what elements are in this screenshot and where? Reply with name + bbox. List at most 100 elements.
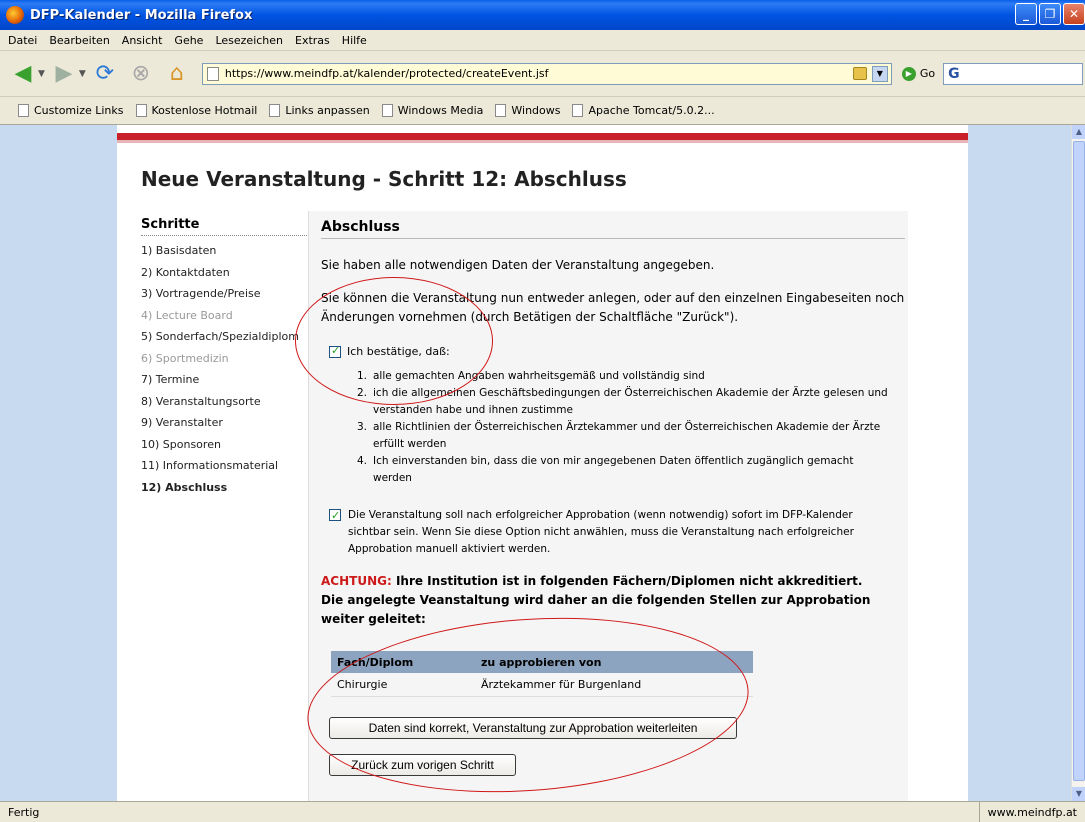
- menu-lesezeichen[interactable]: Lesezeichen: [215, 34, 283, 47]
- page-container: Neue Veranstaltung - Schritt 12: Abschlu…: [117, 125, 968, 801]
- scroll-down-icon[interactable]: ▼: [1072, 787, 1085, 801]
- table-cell: Chirurgie: [337, 678, 388, 691]
- step-sponsoren[interactable]: 10) Sponsoren: [141, 434, 309, 456]
- bookmark-windows-media[interactable]: Windows Media: [381, 104, 483, 117]
- menu-extras[interactable]: Extras: [295, 34, 330, 47]
- go-label: Go: [919, 67, 936, 80]
- page-title: Neue Veranstaltung - Schritt 12: Abschlu…: [141, 167, 627, 191]
- steps-sidebar: Schritte 1) Basisdaten 2) Kontaktdaten 3…: [141, 217, 309, 498]
- page-icon: [206, 66, 219, 81]
- warning-prefix: ACHTUNG:: [321, 574, 392, 588]
- publish-label: Die Veranstaltung soll nach erfolgreiche…: [348, 509, 854, 555]
- list-item: 3. alle Richtlinien der Österreichischen …: [356, 421, 881, 450]
- back-dropdown-icon[interactable]: ▼: [38, 69, 45, 79]
- step-veranstaltungsorte[interactable]: 8) Veranstaltungsorte: [141, 391, 309, 413]
- sidebar-title: Schritte: [141, 217, 309, 236]
- status-text: Fertig: [8, 805, 40, 819]
- window-controls: _ ❐ ✕: [1015, 3, 1085, 25]
- step-sportmedizin: 6) Sportmedizin: [141, 351, 229, 365]
- step-abschluss: 12) Abschluss: [141, 480, 228, 494]
- publish-checkbox-row: Die Veranstaltung soll nach erfolgreiche…: [329, 507, 889, 558]
- step-veranstalter[interactable]: 9) Veranstalter: [141, 412, 309, 434]
- bookmark-apache-tomcat[interactable]: Apache Tomcat/5.0.2...: [572, 104, 715, 117]
- accreditation-warning: ACHTUNG: Ihre Institution ist in folgend…: [321, 572, 901, 629]
- browser-content: Neue Veranstaltung - Schritt 12: Abschlu…: [0, 125, 1071, 801]
- maximize-button[interactable]: ❐: [1039, 3, 1061, 25]
- submit-approval-button[interactable]: Daten sind korrekt, Veranstaltung zur Ap…: [329, 717, 737, 739]
- warning-line1: Ihre Institution ist in folgenden Fächer…: [391, 574, 863, 588]
- url-text[interactable]: https://www.meindfp.at/kalender/protecte…: [225, 67, 549, 80]
- table-header: Fach/Diplom zu approbieren von: [331, 651, 753, 673]
- forward-arrow-icon[interactable]: ▶: [49, 59, 79, 89]
- window-titlebar: DFP-Kalender - Mozilla Firefox _ ❐ ✕: [0, 0, 1085, 30]
- navigation-toolbar: ◀ ▼ ▶ ▼ ⟳ ⊗ ⌂ https://www.meindfp.at/kal…: [0, 51, 1085, 97]
- table-cell: Ärztekammer für Burgenland: [481, 678, 642, 691]
- step-kontaktdaten[interactable]: 2) Kontaktdaten: [141, 262, 309, 284]
- confirm-checkbox-row: Ich bestätige, daß:: [329, 344, 450, 358]
- back-step-button[interactable]: Zurück zum vorigen Schritt: [329, 754, 516, 776]
- bookmark-links-anpassen[interactable]: Links anpassen: [269, 104, 370, 117]
- main-content: Abschluss Sie haben alle notwendigen Dat…: [321, 211, 905, 776]
- scroll-up-icon[interactable]: ▲: [1072, 125, 1085, 139]
- step-lecture-board: 4) Lecture Board: [141, 308, 233, 322]
- bookmark-page-icon: [135, 104, 147, 117]
- bookmark-windows[interactable]: Windows: [495, 104, 560, 117]
- confirm-list: 1. alle gemachten Angaben wahrheitsgemäß …: [351, 368, 891, 487]
- google-search-icon: G: [948, 65, 960, 82]
- bookmark-page-icon: [572, 104, 584, 117]
- vertical-scrollbar[interactable]: ▲ ▼: [1071, 125, 1085, 801]
- main-panel: Abschluss Sie haben alle notwendigen Dat…: [308, 211, 908, 801]
- home-icon[interactable]: ⌂: [162, 59, 192, 89]
- close-button[interactable]: ✕: [1063, 3, 1085, 25]
- scrollbar-thumb[interactable]: [1073, 141, 1085, 781]
- bookmark-hotmail[interactable]: Kostenlose Hotmail: [135, 104, 257, 117]
- status-bar: Fertig www.meindfp.at: [0, 801, 1085, 822]
- url-dropdown-icon[interactable]: ▼: [871, 65, 888, 82]
- menu-hilfe[interactable]: Hilfe: [342, 34, 367, 47]
- minimize-button[interactable]: _: [1015, 3, 1037, 25]
- page-header-shade: [117, 140, 968, 143]
- step-basisdaten[interactable]: 1) Basisdaten: [141, 240, 309, 262]
- go-button[interactable]: ▶ Go: [901, 66, 936, 81]
- status-domain: www.meindfp.at: [978, 802, 1085, 822]
- menu-bar: Datei Bearbeiten Ansicht Gehe Lesezeiche…: [0, 30, 1085, 51]
- column-header-approbieren: zu approbieren von: [481, 655, 602, 669]
- column-header-fach: Fach/Diplom: [337, 655, 414, 669]
- list-item: 4. Ich einverstanden bin, dass die von mi…: [356, 455, 854, 484]
- confirm-checkbox[interactable]: [329, 344, 341, 358]
- menu-datei[interactable]: Datei: [8, 34, 37, 47]
- go-arrow-icon: ▶: [901, 66, 916, 81]
- page-header-bar: [117, 133, 968, 140]
- publish-checkbox[interactable]: [329, 507, 341, 524]
- bookmark-page-icon: [18, 104, 29, 117]
- search-input[interactable]: G: [943, 62, 1084, 85]
- forward-dropdown-icon[interactable]: ▼: [79, 69, 86, 79]
- bookmark-page-icon: [381, 104, 393, 117]
- section-title: Abschluss: [321, 211, 905, 239]
- bookmark-page-icon: [269, 104, 281, 117]
- info-text: Sie können die Veranstaltung nun entwede…: [321, 291, 905, 324]
- confirm-label: Ich bestätige, daß:: [347, 345, 450, 358]
- firefox-logo-icon: [6, 6, 24, 24]
- menu-ansicht[interactable]: Ansicht: [122, 34, 163, 47]
- url-bar[interactable]: https://www.meindfp.at/kalender/protecte…: [201, 62, 892, 85]
- intro-text: Sie haben alle notwendigen Daten der Ver…: [321, 258, 715, 272]
- bookmark-customize-links[interactable]: Customize Links: [18, 104, 124, 117]
- table-row: Chirurgie Ärztekammer für Burgenland: [331, 673, 753, 697]
- bookmark-page-icon: [495, 104, 507, 117]
- back-arrow-icon[interactable]: ◀: [8, 59, 38, 89]
- step-sonderfach[interactable]: 5) Sonderfach/Spezialdiplom: [141, 326, 309, 348]
- list-item: 2. ich die allgemeinen Geschäftsbedingung…: [356, 387, 888, 416]
- menu-bearbeiten[interactable]: Bearbeiten: [49, 34, 109, 47]
- padlock-icon[interactable]: [852, 66, 867, 80]
- stop-icon[interactable]: ⊗: [126, 59, 156, 89]
- reload-icon[interactable]: ⟳: [90, 59, 120, 89]
- warning-line2: Die angelegte Veanstaltung wird daher an…: [321, 593, 871, 626]
- bookmarks-toolbar: Customize Links Kostenlose Hotmail Links…: [0, 97, 1085, 125]
- step-informationsmaterial[interactable]: 11) Informationsmaterial: [141, 455, 309, 477]
- approval-table: Fach/Diplom zu approbieren von Chirurgie…: [331, 651, 753, 697]
- step-termine[interactable]: 7) Termine: [141, 369, 309, 391]
- step-vortragende-preise[interactable]: 3) Vortragende/Preise: [141, 283, 309, 305]
- list-item: 1. alle gemachten Angaben wahrheitsgemäß …: [356, 370, 705, 382]
- menu-gehe[interactable]: Gehe: [174, 34, 203, 47]
